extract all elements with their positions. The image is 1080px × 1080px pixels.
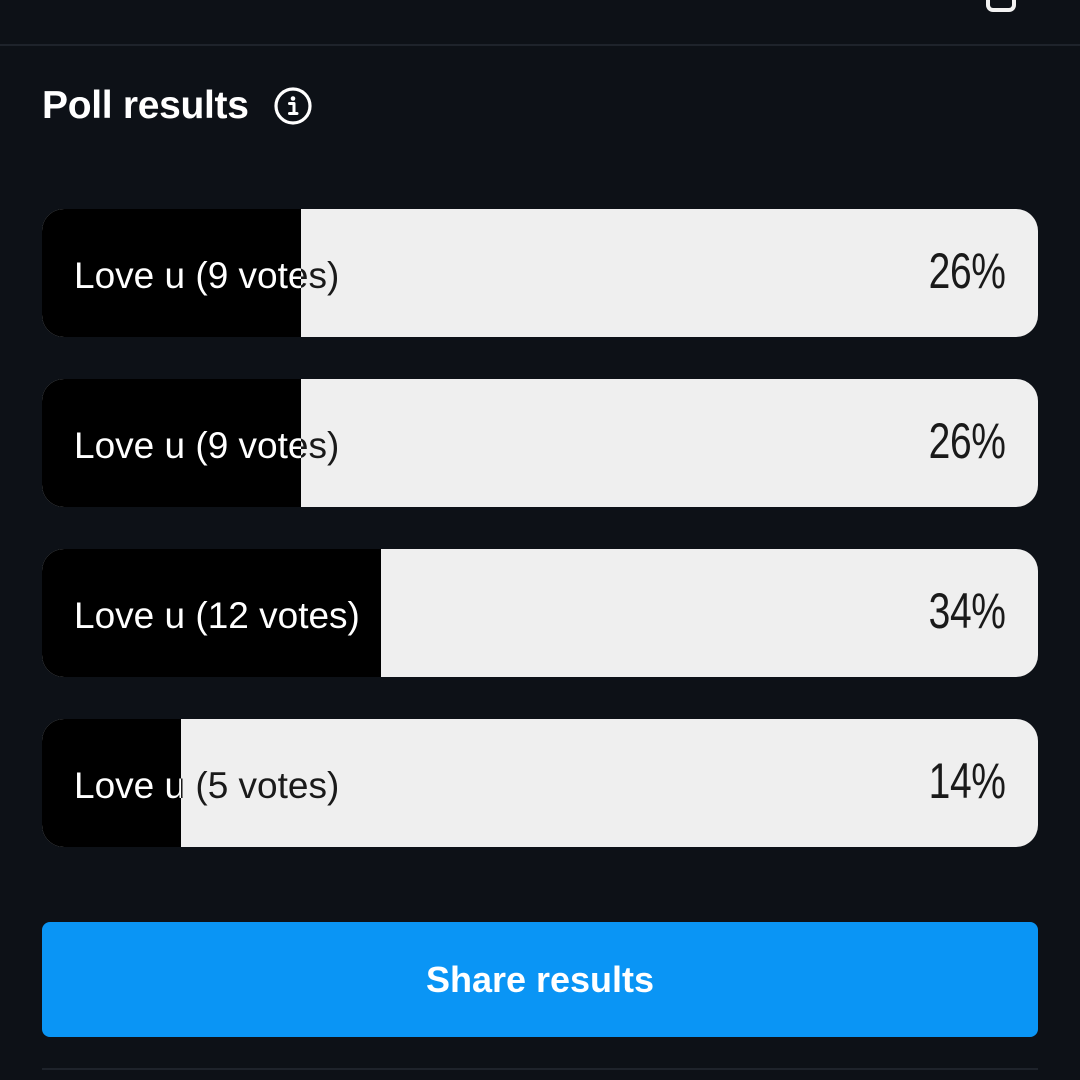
poll-option-percent: 26%: [929, 413, 1006, 469]
poll-header: Poll results: [42, 84, 313, 128]
poll-option-label-overlay: Love u (12 votes): [74, 595, 360, 636]
poll-option-1[interactable]: Love u (9 votes) Love u (9 votes) 26%: [42, 209, 1038, 337]
poll-options-list: Love u (9 votes) Love u (9 votes) 26% Lo…: [42, 209, 1038, 889]
poll-option-percent: 26%: [929, 243, 1006, 299]
poll-option-2[interactable]: Love u (9 votes) Love u (9 votes) 26%: [42, 379, 1038, 507]
poll-option-percent: 34%: [929, 583, 1006, 639]
top-divider: [0, 44, 1080, 46]
bottom-divider: [42, 1068, 1038, 1070]
poll-results-screen: Poll results Love u (9 votes) Love u (9 …: [0, 0, 1080, 1080]
poll-option-label-overlay: Love u (5 votes): [74, 765, 181, 806]
poll-option-label-overlay: Love u (9 votes): [74, 425, 301, 466]
share-results-button[interactable]: Share results: [42, 922, 1038, 1037]
square-icon[interactable]: [986, 0, 1016, 12]
page-title: Poll results: [42, 84, 249, 127]
poll-option-3[interactable]: Love u (12 votes) Love u (12 votes) 34%: [42, 549, 1038, 677]
info-icon[interactable]: [273, 86, 313, 126]
poll-option-label-overlay: Love u (9 votes): [74, 255, 301, 296]
poll-option-percent: 14%: [929, 753, 1006, 809]
poll-option-4[interactable]: Love u (5 votes) Love u (5 votes) 14%: [42, 719, 1038, 847]
